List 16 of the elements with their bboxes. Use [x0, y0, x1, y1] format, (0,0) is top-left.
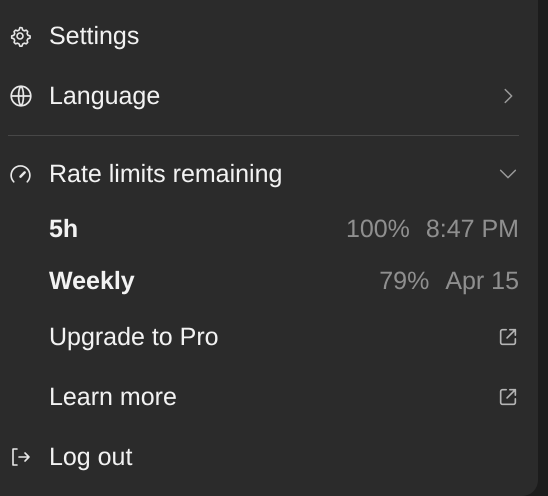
menu-section-header[interactable]: Rate limits remaining [8, 145, 519, 203]
menu-item[interactable]: Settings [8, 6, 519, 66]
globe-icon [8, 83, 34, 109]
external-link-icon [497, 386, 519, 408]
settings-icon [8, 24, 32, 48]
menu-link[interactable]: Upgrade to Pro [8, 307, 519, 367]
limit-percent: 79% [379, 266, 430, 296]
menu-item[interactable]: Language [8, 66, 519, 126]
limit-label: Weekly [49, 266, 135, 296]
limit-reset-time: 8:47 PM [426, 214, 519, 244]
menu-item[interactable]: Log out [8, 427, 519, 487]
external-link-icon [497, 326, 519, 348]
limit-percent: 100% [346, 214, 410, 244]
menu-link[interactable]: Learn more [8, 367, 519, 427]
limit-label: 5h [49, 214, 78, 244]
limit-reset-time: Apr 15 [445, 266, 519, 296]
